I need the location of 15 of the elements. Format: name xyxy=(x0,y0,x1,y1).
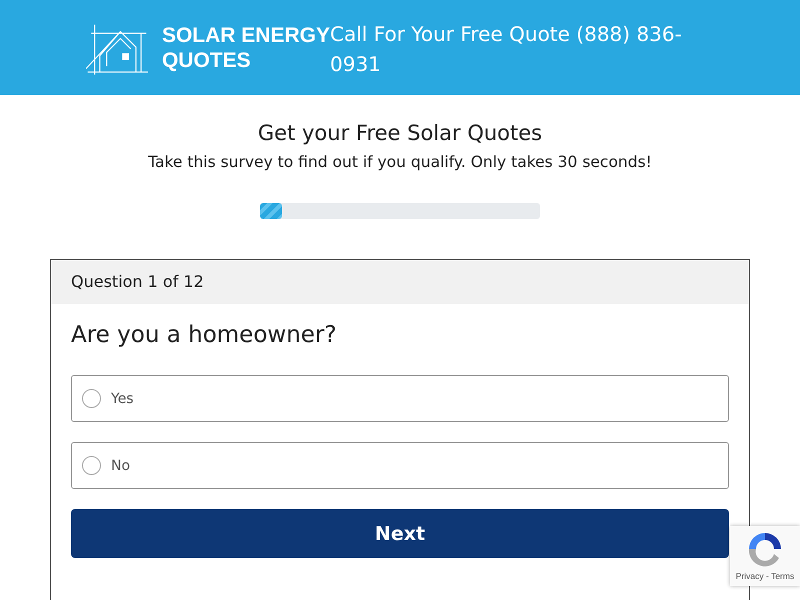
question-text: Are you a homeowner? xyxy=(71,322,338,348)
question-counter: Question 1 of 12 xyxy=(51,260,749,304)
recaptcha-icon xyxy=(746,530,784,568)
page-title: Get your Free Solar Quotes xyxy=(258,120,542,147)
option-label: No xyxy=(111,458,130,474)
next-button[interactable]: Next xyxy=(71,509,729,558)
option-label: Yes xyxy=(111,390,134,406)
logo-text: SOLAR ENERGY QUOTES xyxy=(162,22,330,72)
privacy-terms-links[interactable]: Privacy - Terms xyxy=(736,571,794,581)
radio-button[interactable] xyxy=(82,389,101,408)
radio-button[interactable] xyxy=(82,456,101,475)
phone-text: Call For Your Free Quote (888) 836-0931 xyxy=(330,20,683,78)
answer-option[interactable]: Yes xyxy=(71,375,729,422)
page-subtitle: Take this survey to find out if you qualify. Only takes 30 seconds! xyxy=(148,153,652,171)
answer-option[interactable]: No xyxy=(71,442,729,489)
